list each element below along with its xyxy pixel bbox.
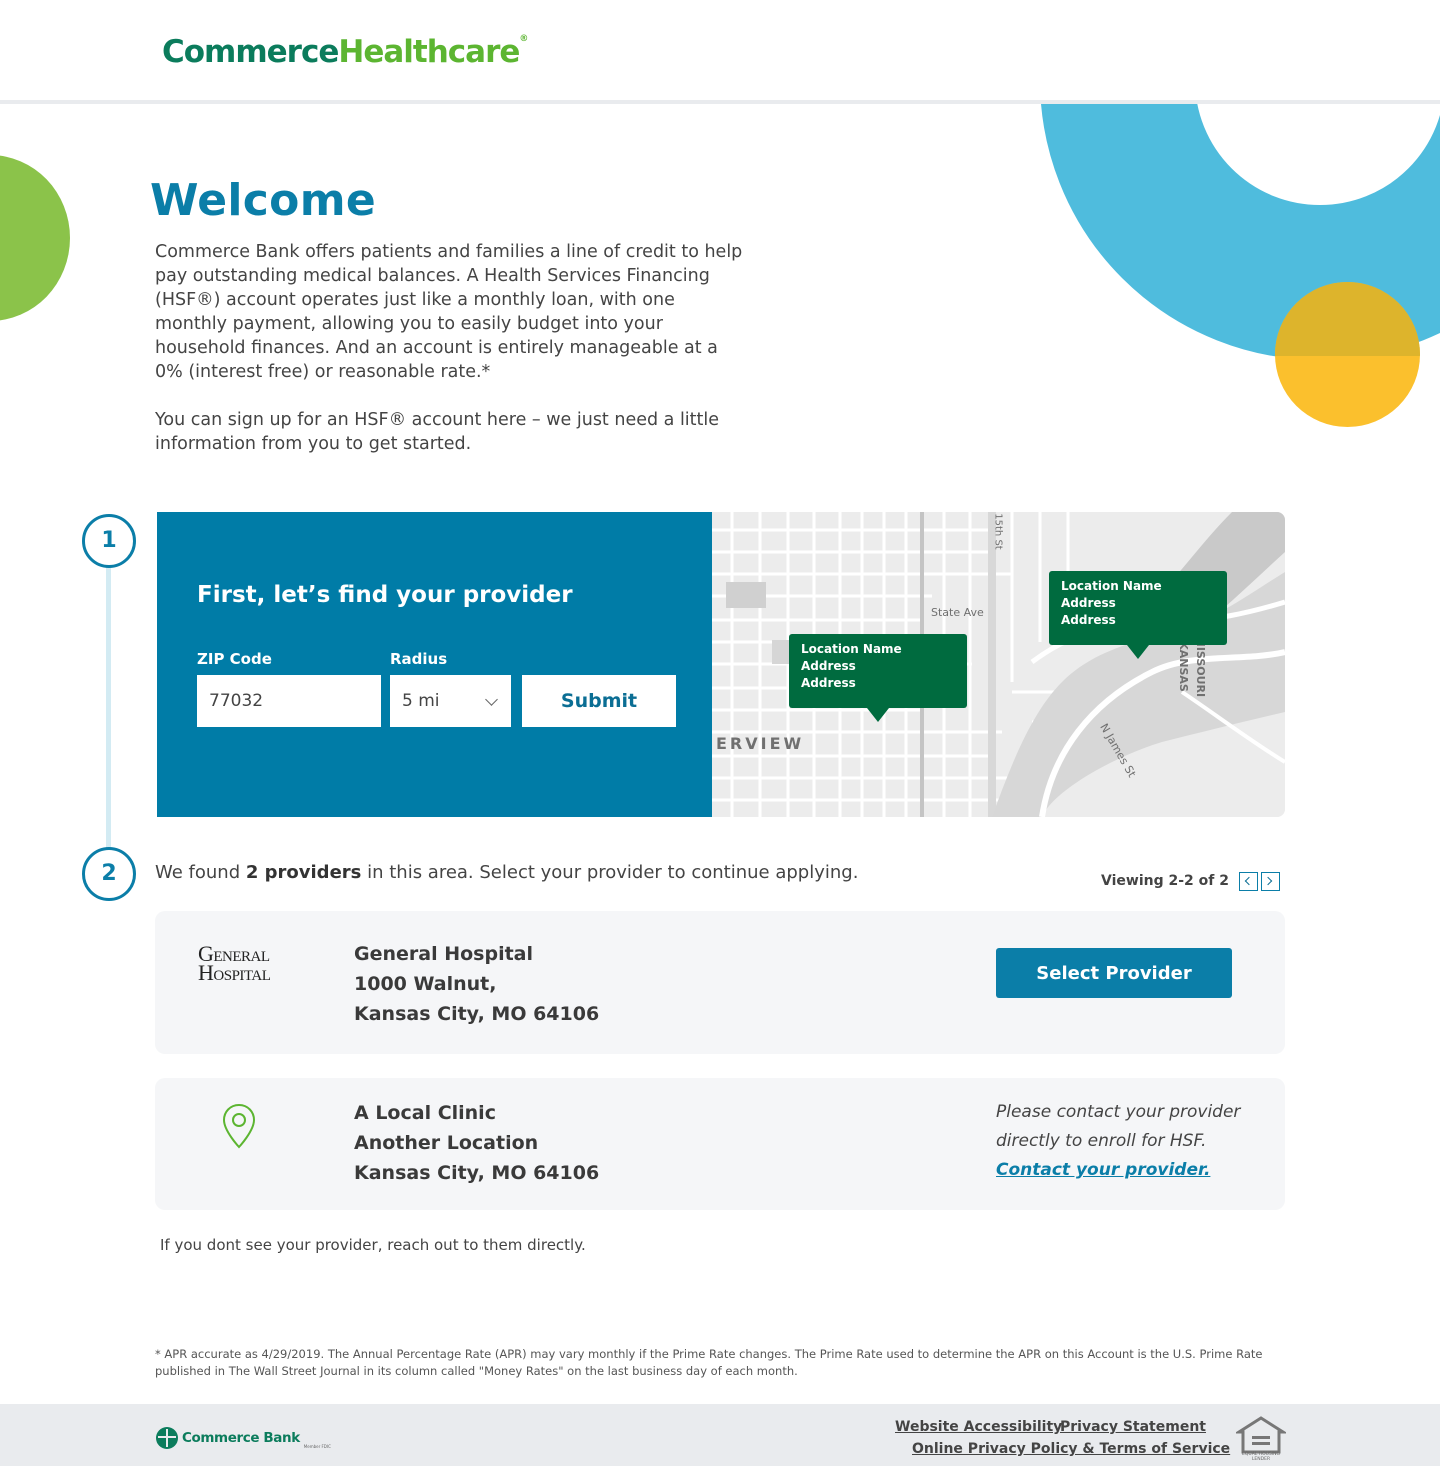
results-summary: We found 2 providers in this area. Selec…	[155, 862, 858, 883]
globe-icon	[156, 1427, 178, 1449]
logo-text-commerce: Commerce	[162, 34, 339, 70]
chevron-right-icon	[1263, 876, 1273, 886]
commerce-bank-logo[interactable]: Commerce Bank Member FDIC	[156, 1427, 331, 1449]
intro-text: Commerce Bank offers patients and famili…	[155, 240, 745, 456]
map-location-pin[interactable]: Location Name Address Address	[789, 634, 967, 722]
results-suffix: in this area. Select your provider to co…	[361, 862, 859, 883]
logo-line: Hospital	[198, 960, 271, 985]
general-hospital-logo: General Hospital	[198, 943, 271, 985]
equal-housing-lender-text: EQUAL HOUSING LENDER	[1242, 1452, 1280, 1462]
apr-disclaimer: * APR accurate as 4/29/2019. The Annual …	[155, 1347, 1263, 1378]
bank-sub: Member FDIC	[303, 1444, 331, 1449]
contact-note-text: Please contact your provider directly to…	[996, 1102, 1241, 1151]
header-divider	[0, 100, 1440, 104]
radius-select[interactable]: 5 mi	[390, 675, 511, 727]
chevron-left-icon	[1244, 876, 1254, 886]
find-provider-title: First, let’s find your provider	[197, 582, 573, 608]
contact-provider-note: Please contact your provider directly to…	[996, 1098, 1246, 1185]
page-title: Welcome	[150, 175, 376, 226]
previous-page-button[interactable]	[1239, 872, 1258, 891]
map-location-pin[interactable]: Location Name Address Address	[1049, 571, 1227, 659]
no-provider-note: If you dont see your provider, reach out…	[160, 1236, 586, 1254]
provider-map[interactable]: State Ave N James St 15th St ERVIEW MISS…	[712, 512, 1285, 817]
provider-address-line-2: Kansas City, MO 64106	[354, 1003, 600, 1025]
pagination-status: Viewing 2-2 of 2	[1101, 873, 1229, 889]
site-footer: Commerce Bank Member FDIC Website Access…	[0, 1404, 1440, 1466]
footer-link-privacy-policy-terms[interactable]: Online Privacy Policy & Terms of Service	[912, 1441, 1230, 1457]
results-count: 2 providers	[245, 862, 362, 883]
map-label-state-ave: State Ave	[931, 606, 984, 619]
footer-link-privacy-statement[interactable]: Privacy Statement	[1060, 1419, 1206, 1435]
find-provider-panel: First, let’s find your provider ZIP Code…	[157, 512, 712, 817]
map-label-kansas: KANSAS	[1176, 641, 1190, 692]
pin-location-name: Location Name	[801, 642, 902, 656]
provider-address-line-1: Another Location	[354, 1132, 539, 1154]
step-connector	[106, 566, 111, 848]
bank-name: Commerce Bank	[182, 1430, 300, 1446]
step-1-indicator: 1	[82, 514, 136, 568]
provider-address-line-2: Kansas City, MO 64106	[354, 1162, 600, 1184]
provider-card: A Local Clinic Another Location Kansas C…	[155, 1078, 1285, 1210]
contact-provider-link[interactable]: Contact your provider.	[996, 1156, 1246, 1185]
pin-location-name: Location Name	[1061, 579, 1162, 593]
provider-address-line-1: 1000 Walnut,	[354, 973, 497, 995]
results-prefix: We found	[155, 862, 246, 883]
logo-registered-mark: ®	[519, 34, 528, 44]
intro-paragraph-2: You can sign up for an HSF® account here…	[155, 410, 720, 454]
submit-button[interactable]: Submit	[522, 675, 676, 727]
map-label-15th-st: 15th St	[992, 513, 1004, 550]
provider-details: General Hospital 1000 Walnut, Kansas Cit…	[354, 939, 599, 1029]
site-header: CommerceHealthcare®	[0, 0, 1440, 100]
decorative-yellow-circle	[1275, 282, 1420, 427]
provider-name: General Hospital	[354, 943, 534, 965]
zip-code-input[interactable]	[197, 675, 381, 727]
pin-address-line: Address	[801, 659, 856, 673]
commerce-healthcare-logo[interactable]: CommerceHealthcare®	[162, 34, 528, 70]
pin-address-line: Address	[801, 676, 856, 690]
select-provider-button[interactable]: Select Provider	[996, 948, 1232, 998]
zip-code-label: ZIP Code	[197, 650, 272, 668]
intro-paragraph-1: Commerce Bank offers patients and famili…	[155, 242, 743, 382]
footer-link-accessibility[interactable]: Website Accessibility	[895, 1419, 1062, 1435]
pin-address-line: Address	[1061, 613, 1116, 627]
provider-details: A Local Clinic Another Location Kansas C…	[354, 1098, 599, 1188]
provider-card: General Hospital General Hospital 1000 W…	[155, 911, 1285, 1054]
map-label-erview: ERVIEW	[716, 734, 805, 753]
map-label-missouri: MISSOURI	[1194, 635, 1208, 698]
location-pin-icon	[222, 1103, 256, 1149]
chevron-down-icon	[485, 693, 498, 706]
step-2-indicator: 2	[82, 847, 136, 901]
radius-selected-value: 5 mi	[402, 691, 440, 711]
radius-label: Radius	[390, 650, 448, 668]
next-page-button[interactable]	[1261, 872, 1280, 891]
decorative-green-circle	[0, 155, 70, 321]
pin-address-line: Address	[1061, 596, 1116, 610]
logo-text-healthcare: Healthcare	[338, 34, 520, 70]
provider-name: A Local Clinic	[354, 1102, 496, 1124]
